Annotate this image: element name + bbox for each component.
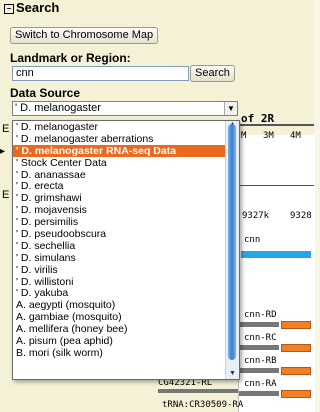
ruler-tick: 9327k [242, 211, 270, 221]
landmark-input[interactable]: cnn [12, 66, 189, 81]
trna-label: tRNA:CR30509-RA [162, 400, 244, 410]
dropdown-option[interactable]: A. aegypti (mosquito) [13, 299, 239, 311]
dropdown-option[interactable]: ' D. pseudoobscura [13, 228, 239, 240]
dropdown-option[interactable]: ' D. melanogaster RNA-seq Data [13, 144, 239, 157]
gene-bar [158, 389, 238, 393]
dropdown-option[interactable]: ' Stock Center Data [13, 157, 239, 169]
transcript-exon [281, 367, 311, 375]
dropdown-option[interactable]: ' D. virilis [13, 264, 239, 276]
transcript-bar [239, 345, 279, 350]
dropdown-option[interactable]: B. mori (silk worm) [13, 347, 239, 359]
dropdown-arrow-icon[interactable]: ▼ [224, 102, 237, 115]
transcript-exon [281, 321, 311, 329]
dropdown-option[interactable]: ' D. melanogaster aberrations [13, 133, 239, 145]
transcript-bar [239, 322, 279, 327]
transcript-bar [239, 368, 279, 373]
transcript-label: cnn-RC [244, 333, 277, 343]
datasource-dropdown-list[interactable]: ' D. melanogaster ' D. melanogaster aberr… [12, 120, 240, 380]
landmark-label: Landmark or Region: [10, 51, 131, 65]
left-edge-fragment: E [2, 189, 10, 201]
ruler-tick: M [241, 131, 247, 141]
dropdown-option[interactable]: ' D. willistoni [13, 276, 239, 288]
transcript-label: cnn-RA [244, 379, 277, 389]
dropdown-option[interactable]: ' D. grimshawi [13, 192, 239, 204]
dropdown-option[interactable]: ' D. erecta [13, 180, 239, 193]
transcript-exon [281, 344, 311, 352]
gene-bar [241, 251, 311, 258]
dropdown-option[interactable]: A. pisum (pea aphid) [13, 335, 239, 347]
datasource-selected-value: ' D. melanogaster [15, 102, 101, 114]
switch-to-chromosome-map-button[interactable]: Switch to Chromosome Map [10, 27, 159, 44]
dropdown-scrollbar[interactable]: ▲ ▼ [225, 121, 239, 379]
dropdown-option[interactable]: ' D. ananassae [13, 169, 239, 181]
track-view: cnn cnn-RD cnn-RC cnn-RB cnn-RA [238, 135, 315, 412]
ruler-line [238, 185, 314, 186]
search-panel: − Search Switch to Chromosome Map Landmar… [0, 0, 315, 412]
transcript-bar [239, 391, 279, 396]
dropdown-option[interactable]: ' D. sechellia [13, 240, 239, 252]
dropdown-option[interactable]: A. mellifera (honey bee) [13, 323, 239, 335]
gene-label: cnn [244, 235, 261, 245]
transcript-exon [281, 390, 311, 398]
dropdown-option[interactable]: ' D. persimilis [13, 216, 239, 228]
ruler-tick: 9328 [290, 211, 312, 221]
datasource-label: Data Source [10, 86, 81, 100]
pointer-arrow-icon: ▸ [0, 146, 6, 157]
dropdown-option[interactable]: ' D. simulans [13, 252, 239, 264]
ruler-tick: 4M [290, 131, 301, 141]
section-header[interactable]: − Search [4, 0, 59, 15]
datasource-select[interactable]: ' D. melanogaster ▼ [12, 101, 238, 116]
search-button[interactable]: Search [190, 65, 235, 82]
ruler-tick: 3M [263, 131, 274, 141]
left-edge-fragment: E [2, 123, 10, 135]
section-title: Search [16, 0, 60, 15]
option-list: ' D. melanogaster ' D. melanogaster aberr… [13, 121, 239, 359]
dropdown-option[interactable]: ' D. mojavensis [13, 204, 239, 216]
collapse-icon[interactable]: − [4, 4, 14, 14]
transcript-label: cnn-RB [244, 356, 277, 366]
transcript-label: cnn-RD [244, 310, 277, 320]
scroll-down-icon[interactable]: ▼ [226, 370, 239, 378]
ruler-line [238, 124, 314, 126]
dropdown-option[interactable]: ' D. yakuba [13, 287, 239, 300]
dropdown-option[interactable]: A. gambiae (mosquito) [13, 311, 239, 323]
dropdown-option[interactable]: ' D. melanogaster [13, 121, 239, 133]
scroll-thumb[interactable] [228, 124, 236, 360]
